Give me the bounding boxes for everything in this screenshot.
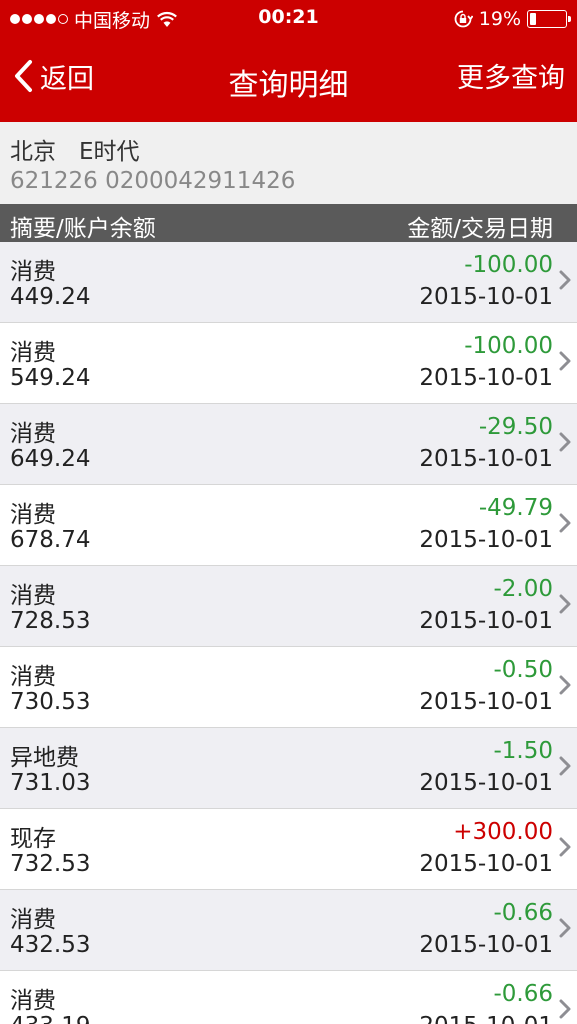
chevron-right-icon xyxy=(559,513,571,533)
account-name: 北京 E时代 xyxy=(10,139,140,165)
transaction-balance: 728.53 xyxy=(10,608,91,634)
transaction-date: 2015-10-01 xyxy=(419,851,553,877)
transaction-row[interactable]: 消费 549.24 -100.00 2015-10-01 xyxy=(0,323,577,404)
transaction-row[interactable]: 消费 433.19 -0.66 2015-10-01 xyxy=(0,971,577,1024)
chevron-right-icon xyxy=(559,270,571,290)
transaction-description: 消费 xyxy=(10,988,56,1014)
transaction-date: 2015-10-01 xyxy=(419,770,553,796)
chevron-right-icon xyxy=(559,351,571,371)
transaction-description: 消费 xyxy=(10,583,56,609)
page: 中国移动 00:21 19% 返回 查询明细 更多查询 北京 E时代 62122… xyxy=(0,0,577,1024)
status-bar: 中国移动 00:21 19% xyxy=(0,0,577,38)
transaction-date: 2015-10-01 xyxy=(419,365,553,391)
transaction-row[interactable]: 异地费 731.03 -1.50 2015-10-01 xyxy=(0,728,577,809)
transaction-description: 消费 xyxy=(10,340,56,366)
column-header-right: 金额/交易日期 xyxy=(407,216,553,242)
chevron-right-icon xyxy=(559,756,571,776)
transaction-balance: 730.53 xyxy=(10,689,91,715)
transaction-date: 2015-10-01 xyxy=(419,932,553,958)
transaction-description: 消费 xyxy=(10,907,56,933)
chevron-right-icon xyxy=(559,837,571,857)
transaction-amount: +300.00 xyxy=(453,819,553,845)
transaction-description: 消费 xyxy=(10,421,56,447)
transaction-description: 现存 xyxy=(10,826,56,852)
chevron-right-icon xyxy=(559,432,571,452)
orientation-lock-icon xyxy=(454,10,473,28)
transaction-description: 消费 xyxy=(10,502,56,528)
transaction-date: 2015-10-01 xyxy=(419,608,553,634)
header: 中国移动 00:21 19% 返回 查询明细 更多查询 xyxy=(0,0,577,122)
transaction-amount: -100.00 xyxy=(464,333,553,359)
more-query-button[interactable]: 更多查询 xyxy=(457,56,565,95)
transaction-balance: 678.74 xyxy=(10,527,91,553)
transaction-row[interactable]: 消费 730.53 -0.50 2015-10-01 xyxy=(0,647,577,728)
transaction-amount: -0.66 xyxy=(493,981,553,1007)
transaction-balance: 432.53 xyxy=(10,932,91,958)
transaction-date: 2015-10-01 xyxy=(419,446,553,472)
battery-percent: 19% xyxy=(478,8,521,30)
transaction-amount: -49.79 xyxy=(478,495,553,521)
column-header-left: 摘要/账户余额 xyxy=(10,216,156,242)
chevron-right-icon xyxy=(559,999,571,1019)
transaction-row[interactable]: 消费 432.53 -0.66 2015-10-01 xyxy=(0,890,577,971)
transaction-balance: 449.24 xyxy=(10,284,91,310)
nav-bar: 返回 查询明细 更多查询 xyxy=(0,38,577,122)
transaction-row[interactable]: 消费 728.53 -2.00 2015-10-01 xyxy=(0,566,577,647)
transaction-balance: 731.03 xyxy=(10,770,91,796)
transaction-date: 2015-10-01 xyxy=(419,1013,553,1024)
transaction-amount: -0.50 xyxy=(493,657,553,683)
transaction-balance: 649.24 xyxy=(10,446,91,472)
transaction-description: 消费 xyxy=(10,259,56,285)
transaction-amount: -100.00 xyxy=(464,252,553,278)
account-number: 621226 0200042911426 xyxy=(10,168,296,194)
transaction-row[interactable]: 现存 732.53 +300.00 2015-10-01 xyxy=(0,809,577,890)
account-info: 北京 E时代 621226 0200042911426 xyxy=(0,122,577,204)
column-header: 摘要/账户余额 金额/交易日期 xyxy=(0,204,577,242)
transaction-amount: -1.50 xyxy=(493,738,553,764)
chevron-right-icon xyxy=(559,594,571,614)
transaction-amount: -29.50 xyxy=(478,414,553,440)
transaction-description: 消费 xyxy=(10,664,56,690)
chevron-right-icon xyxy=(559,918,571,938)
transaction-amount: -2.00 xyxy=(493,576,553,602)
transaction-description: 异地费 xyxy=(10,745,79,771)
transaction-date: 2015-10-01 xyxy=(419,527,553,553)
transaction-balance: 732.53 xyxy=(10,851,91,877)
transaction-balance: 433.19 xyxy=(10,1013,90,1024)
chevron-right-icon xyxy=(559,675,571,695)
transaction-row[interactable]: 消费 449.24 -100.00 2015-10-01 xyxy=(0,242,577,323)
status-right: 19% xyxy=(453,6,571,32)
transaction-date: 2015-10-01 xyxy=(419,284,553,310)
transaction-balance: 549.24 xyxy=(10,365,91,391)
transaction-amount: -0.66 xyxy=(493,900,553,926)
transaction-list: 消费 449.24 -100.00 2015-10-01 消费 549.24 -… xyxy=(0,242,577,1024)
transaction-row[interactable]: 消费 649.24 -29.50 2015-10-01 xyxy=(0,404,577,485)
transaction-row[interactable]: 消费 678.74 -49.79 2015-10-01 xyxy=(0,485,577,566)
transaction-date: 2015-10-01 xyxy=(419,689,553,715)
battery-icon xyxy=(527,10,571,28)
